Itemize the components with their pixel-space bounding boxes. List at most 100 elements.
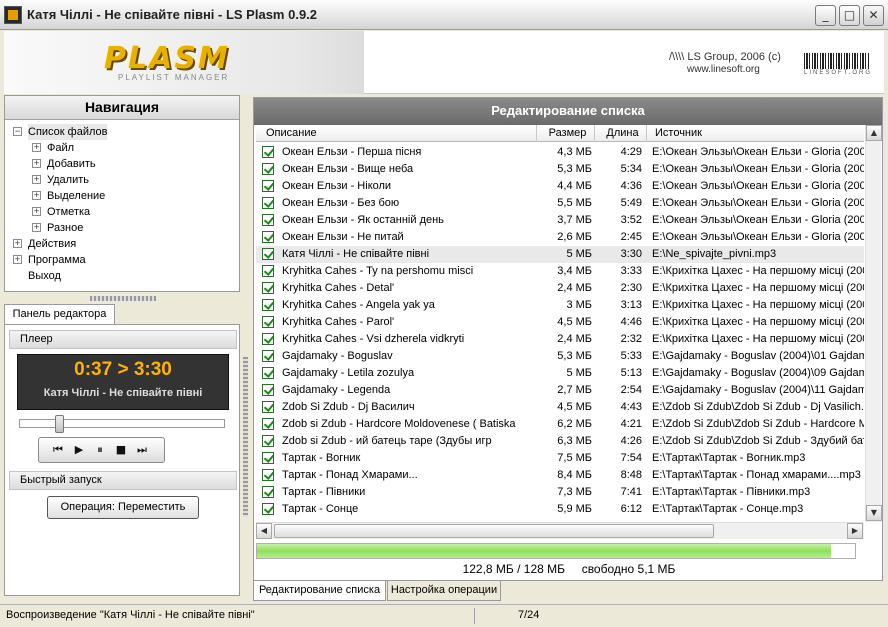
vertical-scrollbar[interactable]: ▲ ▼ (865, 125, 882, 522)
row-checkbox[interactable] (262, 197, 274, 209)
row-checkbox[interactable] (262, 282, 274, 294)
app-icon[interactable] (4, 6, 22, 24)
play-icon[interactable]: ▶ (70, 442, 88, 458)
horizontal-scroll-thumb[interactable] (274, 524, 714, 538)
expand-icon[interactable]: + (32, 159, 41, 168)
row-checkbox[interactable] (262, 231, 274, 243)
expand-icon[interactable]: + (13, 239, 22, 248)
nav-item[interactable]: + Добавить (5, 156, 239, 172)
scroll-up-icon[interactable]: ▲ (866, 125, 882, 141)
tab-operation-settings[interactable]: Настройка операции (387, 581, 501, 601)
nav-item[interactable]: + Файл (5, 140, 239, 156)
table-row[interactable]: Kryhitka Cahes - Parol' 4,5 МБ 4:46 E:\Крих… (256, 314, 864, 331)
horizontal-scrollbar[interactable]: ◀ ▶ (256, 522, 864, 539)
nav-item[interactable]: − Список файлов (5, 124, 239, 140)
cell-size: 6,2 МБ (557, 418, 592, 430)
seek-slider[interactable] (19, 415, 225, 433)
column-length[interactable]: Длина (595, 125, 647, 142)
row-checkbox[interactable] (262, 163, 274, 175)
scroll-down-icon[interactable]: ▼ (866, 505, 882, 521)
tab-editor-panel[interactable]: Панель редактора (4, 304, 115, 325)
previous-icon[interactable]: ⏮ (49, 442, 67, 458)
expand-icon[interactable]: + (32, 175, 41, 184)
expand-icon[interactable]: + (32, 223, 41, 232)
pause-icon[interactable]: ⏸ (91, 442, 109, 458)
table-row[interactable]: Gajdamaky - Boguslav 5,3 МБ 5:33 E:\Gajdama… (256, 348, 864, 365)
row-checkbox[interactable] (262, 503, 274, 515)
vertical-splitter[interactable] (242, 95, 250, 595)
nav-item[interactable]: + Выделение (5, 188, 239, 204)
seek-thumb[interactable] (55, 415, 64, 433)
table-row[interactable]: Океан Ельзи - Як останній день 3,7 МБ 3:52… (256, 212, 864, 229)
table-row[interactable]: Тартак - Сонце 5,9 МБ 6:12 E:\Тартак\Тартак… (256, 501, 864, 518)
row-checkbox[interactable] (262, 401, 274, 413)
tab-list-editing[interactable]: Редактирование списка (253, 581, 386, 601)
splitter-grip[interactable] (243, 357, 248, 517)
table-row[interactable]: Zdob Si Zdub - Dj Василич 4,5 МБ 4:43 E:\Zd… (256, 399, 864, 416)
row-checkbox[interactable] (262, 350, 274, 362)
row-checkbox[interactable] (262, 435, 274, 447)
quick-launch-header: Быстрый запуск (9, 471, 237, 490)
row-checkbox[interactable] (262, 316, 274, 328)
nav-item[interactable]: + Удалить (5, 172, 239, 188)
collapse-icon[interactable]: − (13, 127, 22, 136)
table-row[interactable]: Океан Ельзи - Без бою 5,5 МБ 5:49 E:\Океан … (256, 195, 864, 212)
nav-item[interactable]: + Разное (5, 220, 239, 236)
table-row[interactable]: Океан Ельзи - Вище неба 5,3 МБ 5:34 E:\Океа… (256, 161, 864, 178)
table-row[interactable]: Тартак - Понад Хмарами... 8,4 МБ 8:48 E:\Та… (256, 467, 864, 484)
expand-icon[interactable]: + (13, 255, 22, 264)
table-row[interactable]: Zdob si Zdub - Hardcore Moldovenese ( Ba… (256, 416, 864, 433)
table-row[interactable]: Gajdamaky - Letila zozulya 5 МБ 5:13 E:\Gaj… (256, 365, 864, 382)
table-row[interactable]: Kryhitka Cahes - Angela yak ya 3 МБ 3:13 E:… (256, 297, 864, 314)
table-row[interactable]: Тартак - Півники 7,3 МБ 7:41 E:\Тартак\Тарт… (256, 484, 864, 501)
next-icon[interactable]: ⏭ (133, 442, 151, 458)
operation-button[interactable]: Операция: Переместить (47, 496, 199, 519)
minimize-button[interactable]: _ (815, 5, 836, 26)
row-checkbox[interactable] (262, 146, 274, 158)
column-source[interactable]: Источник (647, 125, 864, 142)
expand-icon[interactable]: + (32, 191, 41, 200)
column-size[interactable]: Размер (537, 125, 595, 142)
table-row[interactable]: Kryhitka Cahes - Vsi dzherela vidkryti 2,… (256, 331, 864, 348)
row-checkbox[interactable] (262, 452, 274, 464)
table-row[interactable]: Kryhitka Cahes - Detal' 2,4 МБ 2:30 E:\Крих… (256, 280, 864, 297)
row-checkbox[interactable] (262, 299, 274, 311)
row-checkbox[interactable] (262, 180, 274, 192)
scroll-left-icon[interactable]: ◀ (256, 523, 272, 539)
row-checkbox[interactable] (262, 418, 274, 430)
row-checkbox[interactable] (262, 384, 274, 396)
expand-icon[interactable]: + (32, 143, 41, 152)
cell-length: 2:30 (620, 282, 642, 294)
status-text: Воспроизведение "Катя Чіллі - Не співайт… (6, 609, 255, 621)
table-row[interactable]: Океан Ельзи - Ніколи 4,4 МБ 4:36 E:\Океан Э… (256, 178, 864, 195)
cell-length: 5:13 (620, 367, 642, 379)
table-row[interactable]: Kryhitka Cahes - Ty na pershomu misci 3,4… (256, 263, 864, 280)
nav-item[interactable]: Выход (5, 268, 239, 284)
maximize-button[interactable]: □ (839, 5, 860, 26)
row-checkbox[interactable] (262, 248, 274, 260)
row-checkbox[interactable] (262, 333, 274, 345)
close-button[interactable]: ✕ (863, 5, 884, 26)
table-row[interactable]: Тартак - Вогник 7,5 МБ 7:54 E:\Тартак\Тарта… (256, 450, 864, 467)
row-checkbox[interactable] (262, 367, 274, 379)
row-checkbox[interactable] (262, 486, 274, 498)
nav-item[interactable]: + Отметка (5, 204, 239, 220)
cell-length: 7:54 (620, 452, 642, 464)
table-row[interactable]: Zdob si Zdub - ий батець таре (Здубы игр… (256, 433, 864, 450)
table-row[interactable]: Gajdamaky - Legenda 2,7 МБ 2:54 E:\Gajdamak… (256, 382, 864, 399)
row-checkbox[interactable] (262, 265, 274, 277)
table-row[interactable]: Океан Ельзи - Перша пісня 4,3 МБ 4:29 E:\Ок… (256, 144, 864, 161)
expand-icon[interactable]: + (32, 207, 41, 216)
scroll-right-icon[interactable]: ▶ (847, 523, 863, 539)
row-checkbox[interactable] (262, 214, 274, 226)
stop-icon[interactable]: ■ (112, 442, 130, 458)
editor-panel: Плеер 0:37 > 3:30 Катя Чіллі - Не співай… (4, 324, 240, 596)
column-description[interactable]: Описание (256, 125, 537, 142)
table-row[interactable]: Океан Ельзи - Не питай 2,6 МБ 2:45 E:\Океан… (256, 229, 864, 246)
title-bar[interactable]: Катя Чіллі - Не співайте півні - LS Plas… (0, 0, 888, 30)
nav-item[interactable]: + Программа (5, 252, 239, 268)
nav-item[interactable]: + Действия (5, 236, 239, 252)
table-row[interactable]: Катя Чіллі - Не співайте півні 5 МБ 3:30 E:… (256, 246, 864, 263)
row-checkbox[interactable] (262, 469, 274, 481)
horizontal-splitter[interactable] (90, 296, 156, 301)
